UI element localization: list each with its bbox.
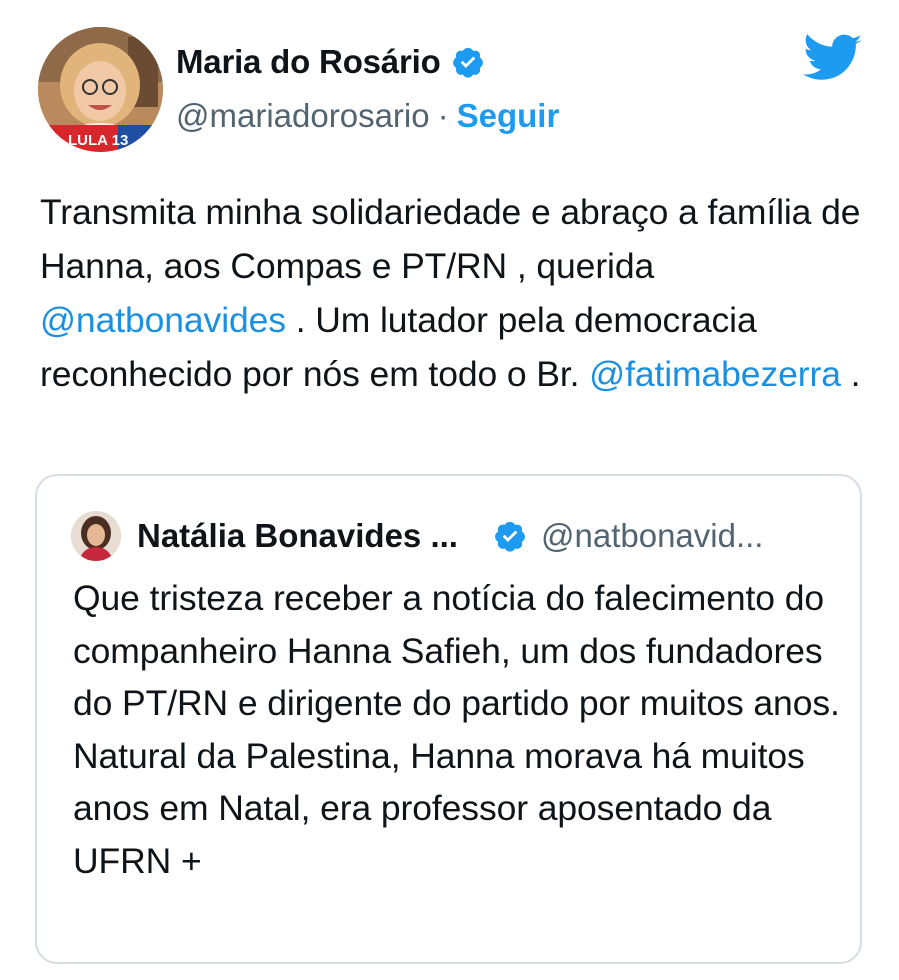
author-avatar[interactable]: LULA 13 (38, 27, 163, 152)
author-name-row: Maria do Rosário (176, 40, 485, 84)
author-handle[interactable]: @mariadorosario (176, 97, 430, 135)
quoted-author-handle[interactable]: @natbonavid... (541, 517, 763, 555)
tweet-text: Transmita minha solidariedade e abraço a… (40, 185, 870, 401)
mention-fatimabezerra[interactable]: @fatimabezerra (589, 354, 841, 394)
quoted-tweet-card[interactable]: Natália Bonavides ... @natbonavid... Que… (35, 474, 862, 964)
avatar-badge: LULA 13 (68, 132, 128, 149)
verified-badge-icon (451, 45, 485, 79)
follow-button[interactable]: Seguir (457, 97, 560, 135)
quoted-tweet-header: Natália Bonavides ... @natbonavid... (71, 510, 763, 562)
mention-natbonavides[interactable]: @natbonavides (40, 300, 286, 340)
tweet-text-part3: . (840, 354, 861, 394)
separator-dot: · (437, 97, 449, 134)
author-name[interactable]: Maria do Rosário (176, 43, 441, 81)
quoted-author-name[interactable]: Natália Bonavides ... (137, 517, 493, 555)
author-handle-row: @mariadorosario · Seguir (176, 94, 559, 138)
tweet-text-part1: Transmita minha solidariedade e abraço a… (40, 192, 861, 286)
twitter-bird-icon[interactable] (803, 34, 863, 84)
quoted-author-avatar[interactable] (71, 511, 121, 561)
quoted-verified-badge-icon (493, 519, 527, 553)
quoted-tweet-text: Que tristeza receber a notícia do faleci… (73, 578, 840, 881)
